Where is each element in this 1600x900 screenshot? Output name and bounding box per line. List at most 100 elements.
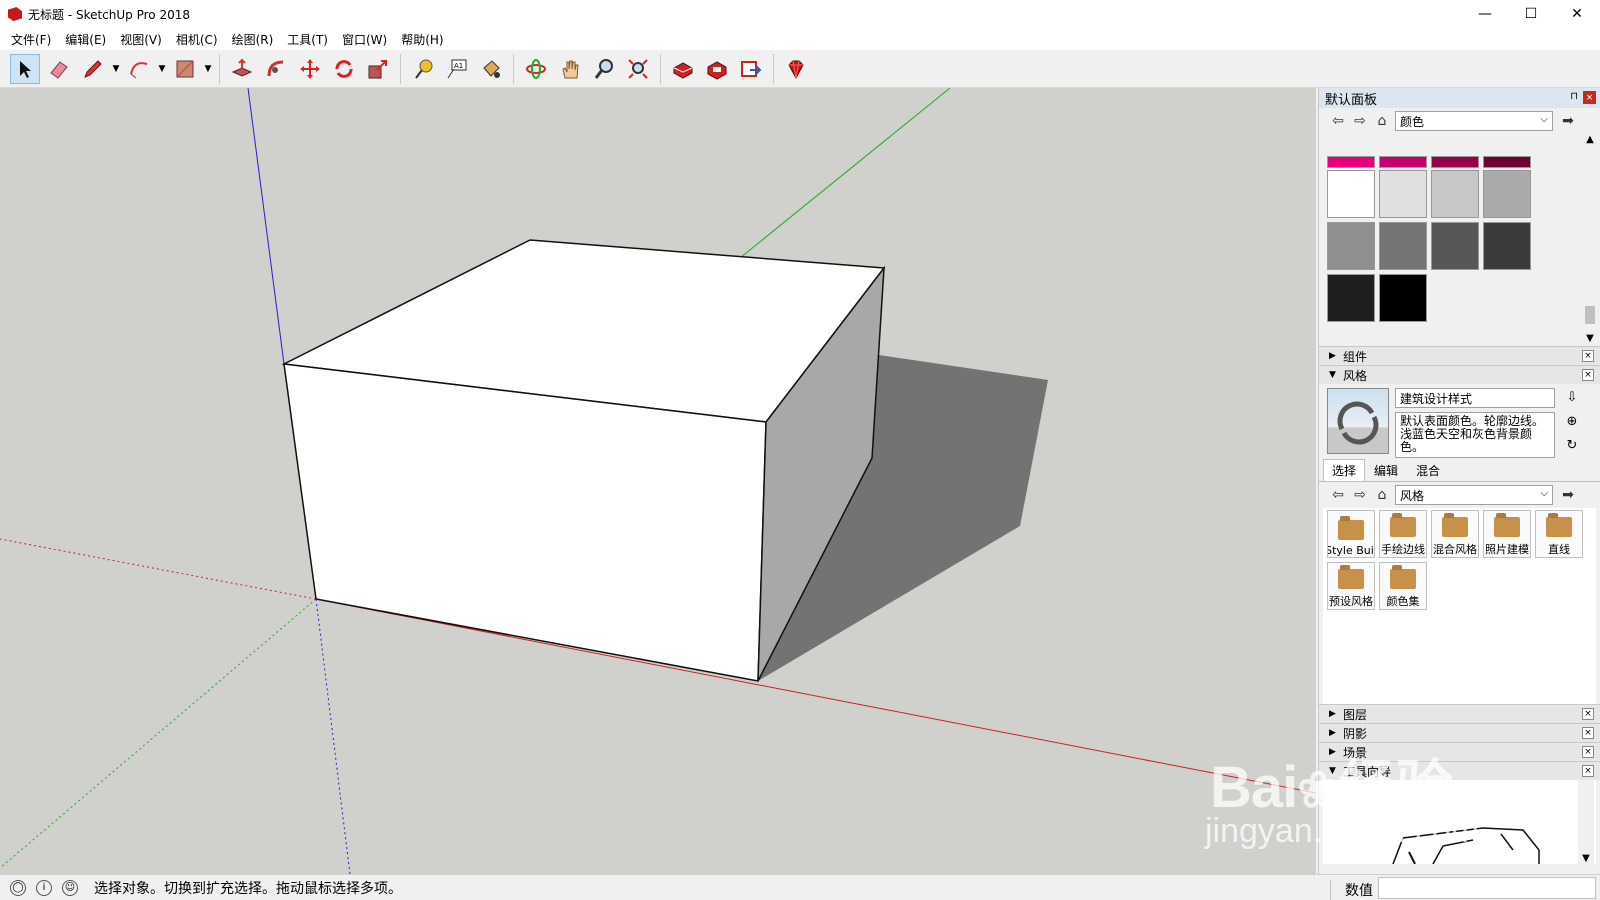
color-swatch[interactable] bbox=[1379, 274, 1427, 322]
style-folder-straight-lines[interactable]: 直线 bbox=[1535, 510, 1583, 558]
select-tool-button[interactable] bbox=[10, 53, 40, 84]
color-swatch[interactable] bbox=[1379, 170, 1427, 218]
details-arrow-icon[interactable]: ➡ bbox=[1557, 110, 1579, 132]
color-swatch[interactable] bbox=[1483, 222, 1531, 270]
material-library-dropdown[interactable]: 颜色 ⌵ bbox=[1395, 111, 1553, 131]
follow-me-tool-button[interactable] bbox=[261, 54, 291, 84]
3d-warehouse-button[interactable] bbox=[668, 54, 698, 84]
tray-close-button[interactable]: × bbox=[1583, 91, 1596, 104]
push-pull-tool-button[interactable] bbox=[227, 54, 257, 84]
materials-scrollbar[interactable]: ▲ ▼ bbox=[1582, 134, 1598, 344]
close-section-icon[interactable]: × bbox=[1582, 350, 1594, 362]
style-folder-mixed[interactable]: 混合风格 bbox=[1431, 510, 1479, 558]
color-swatch[interactable] bbox=[1327, 222, 1375, 270]
modeling-viewport[interactable] bbox=[0, 88, 1316, 874]
close-section-icon[interactable]: × bbox=[1582, 765, 1594, 777]
instructor-scrollbar[interactable]: ▼ bbox=[1578, 780, 1594, 864]
components-section-header[interactable]: ▶ 组件 × bbox=[1319, 346, 1600, 365]
details-arrow-icon[interactable]: ➡ bbox=[1557, 484, 1579, 506]
color-swatch[interactable] bbox=[1327, 274, 1375, 322]
arc-tool-button[interactable] bbox=[124, 54, 154, 84]
scroll-down-icon[interactable]: ▼ bbox=[1582, 333, 1598, 344]
rectangle-dropdown[interactable]: ▼ bbox=[202, 54, 214, 84]
minimize-button[interactable]: — bbox=[1462, 0, 1508, 28]
scroll-thumb[interactable] bbox=[1585, 306, 1595, 324]
style-folder-sketchy-edges[interactable]: 手绘边线 bbox=[1379, 510, 1427, 558]
pencil-tool-button[interactable] bbox=[78, 54, 108, 84]
menu-window[interactable]: 窗口(W) bbox=[335, 31, 394, 48]
style-thumbnail[interactable] bbox=[1327, 388, 1389, 454]
menu-edit[interactable]: 编辑(E) bbox=[58, 31, 113, 48]
style-folder-color-sets[interactable]: 颜色集 bbox=[1379, 562, 1427, 610]
rectangle-tool-button[interactable] bbox=[170, 54, 200, 84]
move-tool-button[interactable] bbox=[295, 54, 325, 84]
eraser-tool-button[interactable] bbox=[44, 54, 74, 84]
color-swatch[interactable] bbox=[1327, 156, 1375, 168]
pencil-dropdown[interactable]: ▼ bbox=[110, 54, 122, 84]
style-library-dropdown[interactable]: 风格 ⌵ bbox=[1395, 485, 1553, 505]
rotate-tool-button[interactable] bbox=[329, 54, 359, 84]
menu-help[interactable]: 帮助(H) bbox=[394, 31, 450, 48]
style-folder-photo-modeling[interactable]: 照片建模 bbox=[1483, 510, 1531, 558]
tab-mix[interactable]: 混合 bbox=[1407, 459, 1449, 481]
user-account-icon[interactable]: ☺ bbox=[62, 879, 78, 896]
color-swatch[interactable] bbox=[1431, 156, 1479, 168]
close-section-icon[interactable]: × bbox=[1582, 727, 1594, 739]
shadows-section-header[interactable]: ▶ 阴影 × bbox=[1319, 723, 1600, 742]
style-folder-style-builder[interactable]: Style Buil bbox=[1327, 510, 1375, 558]
menu-tools[interactable]: 工具(T) bbox=[280, 31, 335, 48]
send-to-layout-button[interactable] bbox=[736, 54, 766, 84]
menu-view[interactable]: 视图(V) bbox=[113, 31, 169, 48]
menu-camera[interactable]: 相机(C) bbox=[169, 31, 225, 48]
color-swatch[interactable] bbox=[1379, 222, 1427, 270]
tab-select[interactable]: 选择 bbox=[1323, 459, 1366, 481]
scale-tool-button[interactable] bbox=[363, 54, 393, 84]
home-icon[interactable]: ⌂ bbox=[1371, 110, 1393, 132]
scroll-up-icon[interactable]: ▲ bbox=[1582, 134, 1598, 145]
paint-bucket-tool-button[interactable] bbox=[476, 54, 506, 84]
forward-arrow-icon[interactable]: ⇨ bbox=[1349, 484, 1371, 506]
zoom-tool-button[interactable] bbox=[589, 54, 619, 84]
geolocation-icon[interactable]: ◯ bbox=[10, 879, 26, 896]
style-name-field[interactable]: 建筑设计样式 bbox=[1395, 388, 1555, 408]
extension-warehouse-button[interactable] bbox=[702, 54, 732, 84]
back-arrow-icon[interactable]: ⇦ bbox=[1327, 484, 1349, 506]
text-tool-button[interactable]: A1 bbox=[442, 54, 472, 84]
color-swatch[interactable] bbox=[1483, 156, 1531, 168]
layers-section-header[interactable]: ▶ 图层 × bbox=[1319, 704, 1600, 723]
pin-icon[interactable]: ⊓ bbox=[1570, 91, 1578, 102]
create-style-icon[interactable]: ⊕ bbox=[1563, 412, 1581, 430]
instructor-section-header[interactable]: ▼ 工具向导 × bbox=[1319, 761, 1600, 780]
maximize-button[interactable]: ☐ bbox=[1508, 0, 1554, 28]
color-swatch[interactable] bbox=[1483, 170, 1531, 218]
color-swatch[interactable] bbox=[1431, 222, 1479, 270]
color-swatch[interactable] bbox=[1327, 170, 1375, 218]
styles-section-header[interactable]: ▼ 风格 × bbox=[1319, 365, 1600, 384]
color-swatch[interactable] bbox=[1431, 170, 1479, 218]
menu-draw[interactable]: 绘图(R) bbox=[225, 31, 281, 48]
forward-arrow-icon[interactable]: ⇨ bbox=[1349, 110, 1371, 132]
orbit-tool-button[interactable] bbox=[521, 54, 551, 84]
color-swatch[interactable] bbox=[1379, 156, 1427, 168]
close-section-icon[interactable]: × bbox=[1582, 708, 1594, 720]
style-folder-default[interactable]: 预设风格 bbox=[1327, 562, 1375, 610]
close-button[interactable]: ✕ bbox=[1554, 0, 1600, 28]
update-style-icon[interactable]: ↻ bbox=[1563, 436, 1581, 454]
style-description-field[interactable]: 默认表面颜色。轮廓边线。浅蓝色天空和灰色背景颜色。 bbox=[1395, 412, 1555, 458]
scene-canvas[interactable] bbox=[0, 88, 1316, 874]
menu-file[interactable]: 文件(F) bbox=[4, 31, 58, 48]
zoom-extents-tool-button[interactable] bbox=[623, 54, 653, 84]
measurements-input[interactable] bbox=[1378, 877, 1596, 899]
pan-tool-button[interactable] bbox=[555, 54, 585, 84]
scenes-section-header[interactable]: ▶ 场景 × bbox=[1319, 742, 1600, 761]
ruby-console-button[interactable] bbox=[781, 54, 811, 84]
back-arrow-icon[interactable]: ⇦ bbox=[1327, 110, 1349, 132]
close-section-icon[interactable]: × bbox=[1582, 746, 1594, 758]
close-section-icon[interactable]: × bbox=[1582, 369, 1594, 381]
arc-dropdown[interactable]: ▼ bbox=[156, 54, 168, 84]
credits-info-icon[interactable]: i bbox=[36, 879, 52, 896]
save-style-icon[interactable]: ⇩ bbox=[1563, 388, 1581, 406]
home-icon[interactable]: ⌂ bbox=[1371, 484, 1393, 506]
tape-measure-tool-button[interactable] bbox=[408, 54, 438, 84]
tab-edit[interactable]: 编辑 bbox=[1365, 459, 1407, 481]
